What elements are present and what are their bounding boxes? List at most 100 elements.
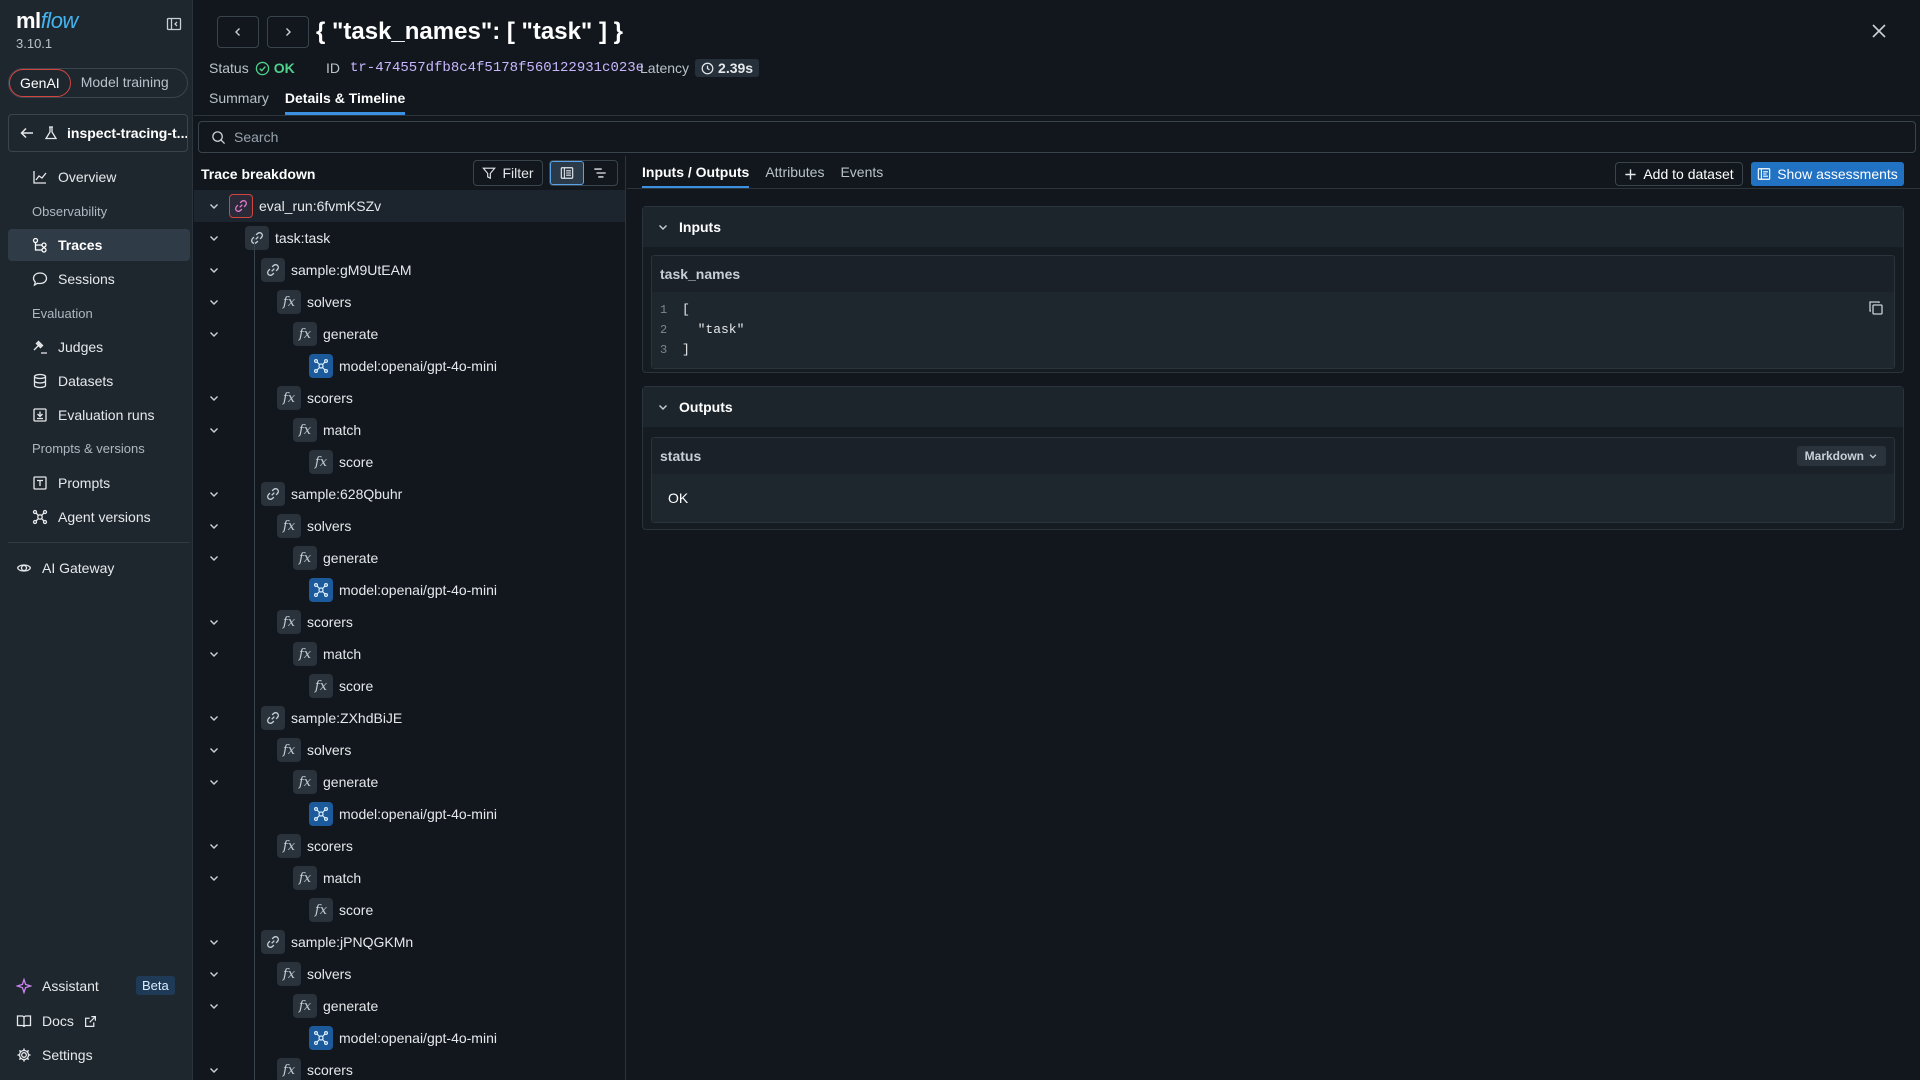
trace-tree-row[interactable]: fxmatch [194, 862, 626, 894]
nav-datasets[interactable]: Datasets [8, 365, 190, 397]
experiment-selector[interactable]: inspect-tracing-t... [8, 114, 188, 152]
tab-summary[interactable]: Summary [209, 90, 269, 115]
show-assessments-button[interactable]: Show assessments [1751, 162, 1904, 186]
output-field-name: status [660, 448, 701, 464]
trace-tree-row[interactable]: fxscorers [194, 606, 626, 638]
nav-traces[interactable]: Traces [8, 229, 190, 261]
trace-tree-row[interactable]: fxscorers [194, 830, 626, 862]
trace-tree-row[interactable]: sample:gM9UtEAM [194, 254, 626, 286]
trace-tree-row[interactable]: fxmatch [194, 414, 626, 446]
trace-tree-row[interactable]: fxsolvers [194, 734, 626, 766]
trace-tree-row[interactable]: model:openai/gpt-4o-mini [194, 350, 626, 382]
trace-row-label: scorers [307, 838, 353, 854]
trace-tree-row[interactable]: fxscorers [194, 382, 626, 414]
status-meta: Status OK [209, 58, 295, 78]
chevron-right-icon [282, 26, 294, 38]
nav-prompts[interactable]: Prompts [8, 467, 190, 499]
nav-docs[interactable]: Docs [16, 1006, 188, 1036]
mode-genai[interactable]: GenAI [9, 69, 71, 97]
mode-model-training[interactable]: Model training [71, 69, 179, 97]
chevron-down-icon[interactable] [208, 328, 220, 340]
trace-row-label: generate [323, 774, 378, 790]
chevron-down-icon[interactable] [208, 1000, 220, 1012]
chevron-down-icon[interactable] [208, 616, 220, 628]
nav-ai-gateway[interactable]: AI Gateway [16, 553, 188, 583]
back-arrow-icon[interactable] [19, 125, 35, 141]
tab-attributes[interactable]: Attributes [765, 164, 824, 189]
nav-judges[interactable]: Judges [8, 331, 190, 363]
copy-icon[interactable] [1868, 300, 1884, 316]
trace-tree-row[interactable]: fxscore [194, 446, 626, 478]
trace-tree-row[interactable]: fxgenerate [194, 318, 626, 350]
trace-tree-row[interactable]: fxsolvers [194, 510, 626, 542]
trace-tree-row[interactable]: model:openai/gpt-4o-mini [194, 1022, 626, 1054]
chevron-down-icon[interactable] [208, 200, 220, 212]
next-trace-button[interactable] [267, 16, 309, 48]
chevron-down-icon[interactable] [208, 776, 220, 788]
add-to-dataset-button[interactable]: Add to dataset [1615, 162, 1743, 186]
timeline-view-button[interactable] [584, 161, 617, 185]
timeline-icon [593, 166, 607, 180]
chevron-down-icon [657, 401, 669, 413]
outputs-header[interactable]: Outputs [643, 387, 1903, 427]
nav-evaluation-runs[interactable]: Evaluation runs [8, 399, 190, 431]
chevron-down-icon[interactable] [208, 232, 220, 244]
show-assessments-label: Show assessments [1777, 166, 1898, 182]
nav-prompts-label: Prompts [58, 475, 110, 491]
nav-datasets-label: Datasets [58, 373, 113, 389]
chevron-down-icon[interactable] [208, 264, 220, 276]
chevron-down-icon[interactable] [208, 1064, 220, 1076]
chevron-down-icon[interactable] [208, 296, 220, 308]
chevron-down-icon[interactable] [208, 968, 220, 980]
chevron-down-icon[interactable] [208, 488, 220, 500]
chevron-down-icon[interactable] [208, 712, 220, 724]
chevron-down-icon[interactable] [208, 872, 220, 884]
row-spacer [208, 680, 220, 692]
close-icon[interactable] [1870, 22, 1888, 40]
chevron-down-icon[interactable] [208, 520, 220, 532]
tab-details-timeline[interactable]: Details & Timeline [285, 90, 405, 115]
tab-inputs-outputs[interactable]: Inputs / Outputs [642, 164, 749, 189]
chevron-down-icon[interactable] [208, 744, 220, 756]
trace-tree-row[interactable]: sample:628Qbuhr [194, 478, 626, 510]
nav-settings[interactable]: Settings [16, 1040, 188, 1070]
trace-tree-row[interactable]: fxscorers [194, 1054, 626, 1080]
markdown-dropdown[interactable]: Markdown [1797, 446, 1886, 466]
trace-tree-row[interactable]: eval_run:6fvmKSZv [194, 190, 626, 222]
trace-tree-row[interactable]: model:openai/gpt-4o-mini [194, 798, 626, 830]
chevron-down-icon[interactable] [208, 424, 220, 436]
nav-sessions[interactable]: Sessions [8, 263, 190, 295]
tree-view-button[interactable] [550, 161, 584, 185]
chevron-down-icon[interactable] [208, 552, 220, 564]
inputs-header[interactable]: Inputs [643, 207, 1903, 247]
trace-tree-row[interactable]: fxgenerate [194, 990, 626, 1022]
trace-tree-row[interactable]: fxsolvers [194, 286, 626, 318]
chevron-down-icon[interactable] [208, 392, 220, 404]
trace-tree-row[interactable]: fxgenerate [194, 766, 626, 798]
trace-tree-row[interactable]: fxmatch [194, 638, 626, 670]
trace-tree-row[interactable]: sample:ZXhdBiJE [194, 702, 626, 734]
trace-tree-row[interactable]: fxsolvers [194, 958, 626, 990]
trace-id-value[interactable]: tr-474557dfb8c4f5178f560122931c023e [346, 59, 648, 77]
tab-events[interactable]: Events [840, 164, 883, 189]
prev-trace-button[interactable] [217, 16, 259, 48]
chevron-down-icon[interactable] [208, 840, 220, 852]
chevron-down-icon[interactable] [208, 648, 220, 660]
sidebar-collapse-icon[interactable] [166, 16, 182, 32]
search-input[interactable]: Search [198, 121, 1916, 153]
filter-button[interactable]: Filter [473, 160, 543, 186]
mlflow-logo[interactable]: mlflow [16, 8, 186, 36]
trace-row-label: match [323, 422, 361, 438]
trace-tree-row[interactable]: fxscore [194, 894, 626, 926]
trace-tree-row[interactable]: model:openai/gpt-4o-mini [194, 574, 626, 606]
chevron-down-icon[interactable] [208, 936, 220, 948]
chat-bubble-icon [32, 271, 48, 287]
outputs-section: Outputs status Markdown OK [642, 386, 1904, 530]
trace-tree-row[interactable]: fxscore [194, 670, 626, 702]
trace-tree-row[interactable]: task:task [194, 222, 626, 254]
trace-tree-row[interactable]: sample:jPNQGKMn [194, 926, 626, 958]
logo-flow-text: flow [41, 8, 78, 33]
nav-agent-versions[interactable]: Agent versions [8, 501, 190, 533]
nav-overview[interactable]: Overview [8, 161, 190, 193]
trace-tree-row[interactable]: fxgenerate [194, 542, 626, 574]
